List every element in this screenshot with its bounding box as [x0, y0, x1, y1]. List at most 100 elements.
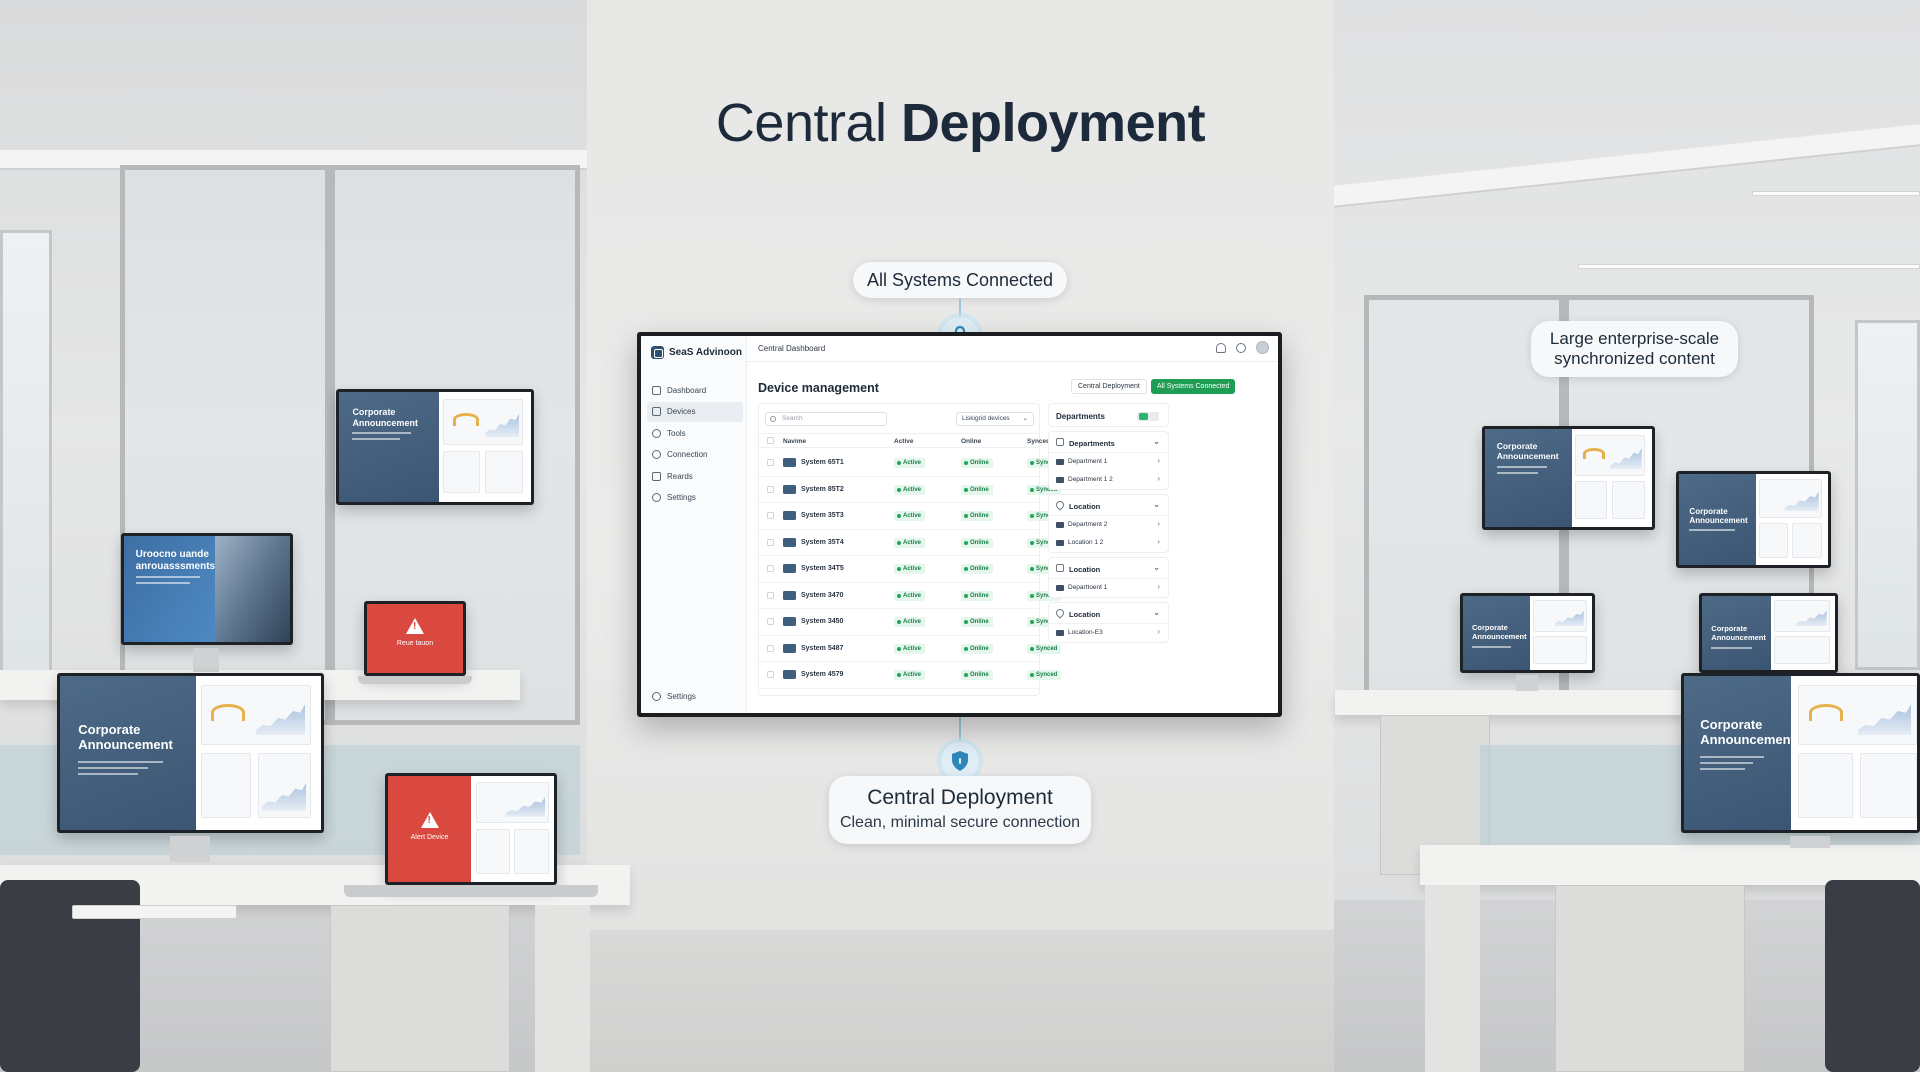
- column-header-synced[interactable]: Synced: [1027, 438, 1050, 445]
- list-item[interactable]: Department 1 ›: [1049, 453, 1168, 471]
- status-badge-online: Online: [961, 458, 993, 468]
- row-checkbox[interactable]: [767, 618, 774, 625]
- chevron-right-icon: ›: [1157, 627, 1160, 636]
- laptop-alert-small: Reue tauon: [364, 601, 466, 676]
- dropdown-label: Liskigrid devices: [962, 415, 1010, 422]
- sidebar-item-devices[interactable]: Devices: [647, 401, 743, 422]
- sidebar-item-label: Connection: [667, 450, 708, 459]
- topbar: Central Dashboard: [747, 336, 1278, 362]
- list-item[interactable]: Location 1 2 ›: [1049, 534, 1168, 552]
- toggle-switch[interactable]: [1137, 412, 1159, 421]
- column-header-active[interactable]: Active: [894, 438, 914, 445]
- table-row[interactable]: System 4579 Active Online Synced: [759, 662, 1062, 689]
- screen-title: Corporate Announcement: [1472, 623, 1527, 641]
- row-checkbox[interactable]: [767, 538, 774, 546]
- status-badge-active: Active: [894, 590, 926, 601]
- column-header-name[interactable]: Navime: [783, 438, 806, 445]
- sidebar-footer-settings[interactable]: Settings: [652, 692, 696, 701]
- group-header[interactable]: Departments ⌄: [1049, 432, 1168, 453]
- monitor-corporate-far: Corporate Announcement: [1699, 593, 1838, 673]
- connection-icon: [652, 450, 661, 459]
- sidebar-item-reards[interactable]: Reards: [647, 466, 743, 486]
- list-item[interactable]: Location-E3 ›: [1049, 624, 1168, 642]
- gear-icon: [652, 692, 661, 701]
- group-location-3: Location ⌄ Location-E3 ›: [1048, 602, 1169, 643]
- device-name: System 35T3: [801, 512, 844, 519]
- folder-icon: [1056, 477, 1064, 483]
- sidebar-item-settings[interactable]: Settings: [647, 488, 743, 508]
- table-row[interactable]: System 35T3 Active Online Synced: [759, 503, 1062, 530]
- brand[interactable]: SeaS Advinoon: [651, 346, 742, 359]
- wall-display-corporate-far: Corporate Announcement: [1676, 471, 1831, 568]
- table-row[interactable]: System 5487 Active Online Synced: [759, 636, 1062, 662]
- search-input[interactable]: Search: [765, 412, 887, 426]
- folder-icon: [1056, 630, 1064, 636]
- status-badge-online: Online: [961, 484, 993, 495]
- table-header: Navime Active Online Synced: [759, 433, 1050, 448]
- device-name: System 4579: [801, 671, 844, 678]
- row-checkbox[interactable]: [767, 671, 774, 678]
- sidebar-item-connection[interactable]: Connection: [647, 445, 743, 465]
- list-item[interactable]: Department 1 2 ›: [1049, 471, 1168, 489]
- callout-central-title: Central Deployment: [867, 786, 1053, 809]
- status-badge-synced: Synced: [1027, 670, 1062, 680]
- column-header-online[interactable]: Online: [961, 438, 981, 445]
- user-icon: [652, 428, 661, 438]
- row-checkbox[interactable]: [767, 459, 774, 466]
- all-systems-connected-button[interactable]: All Systems Connected: [1151, 379, 1236, 394]
- sidebar-item-label: Tools: [667, 428, 686, 438]
- table-row[interactable]: System 35T4 Active Online Synced: [759, 530, 1062, 556]
- list-item-label: Location-E3: [1068, 629, 1103, 636]
- table-row[interactable]: System 85T2 Active Online Synced: [759, 477, 1062, 503]
- group-header[interactable]: Location ⌄: [1049, 603, 1168, 624]
- sidebar-footer-label: Settings: [667, 692, 696, 701]
- monitor-icon: [783, 643, 796, 653]
- status-badge-active: Active: [894, 670, 926, 680]
- monitor-icon: [783, 670, 796, 679]
- group-title: Location: [1069, 502, 1101, 511]
- device-name: System 34T5: [801, 565, 844, 572]
- brand-logo-icon: [651, 346, 664, 359]
- device-view-dropdown[interactable]: Liskigrid devices ⌄: [956, 412, 1034, 426]
- group-location-2: Location ⌄ Departtoent 1 ›: [1048, 557, 1169, 598]
- chevron-right-icon: ›: [1157, 456, 1160, 465]
- shield-icon: [952, 751, 968, 771]
- callout-central-subtitle: Clean, minimal secure connection: [839, 814, 1081, 831]
- table-row[interactable]: System 34T5 Active Online Synced: [759, 556, 1062, 583]
- group-title: Departments: [1069, 439, 1115, 448]
- status-badge-online: Online: [961, 537, 993, 548]
- help-icon[interactable]: [1236, 342, 1246, 353]
- connector-line-bottom: [959, 717, 961, 745]
- departments-panel-title: Departments: [1056, 412, 1105, 421]
- avatar[interactable]: [1256, 341, 1269, 354]
- list-item-label: Department 2: [1068, 521, 1108, 528]
- select-all-checkbox[interactable]: [767, 437, 774, 444]
- group-header[interactable]: Location ⌄: [1049, 558, 1168, 579]
- row-checkbox[interactable]: [767, 485, 774, 493]
- alert-label: Reue tauon: [396, 640, 434, 647]
- list-item[interactable]: Department 2 ›: [1049, 516, 1168, 534]
- row-checkbox[interactable]: [767, 512, 774, 519]
- monitor-icon: [783, 484, 796, 494]
- table-row[interactable]: System 3470 Active Online Synced: [759, 583, 1062, 609]
- desk-right-front: [1420, 845, 1920, 885]
- group-departments: Departments ⌄ Department 1 › Department 1…: [1048, 431, 1169, 490]
- row-checkbox[interactable]: [767, 565, 774, 572]
- central-deployment-button[interactable]: Central Deployment: [1071, 379, 1147, 394]
- table-row[interactable]: System 3450 Active Online Synced: [759, 609, 1062, 636]
- row-checkbox[interactable]: [767, 644, 774, 652]
- chevron-right-icon: ›: [1157, 537, 1160, 546]
- group-header[interactable]: Location ⌄: [1049, 495, 1168, 516]
- departments-panel: Departments Departments ⌄ Department 1 › …: [1048, 403, 1169, 647]
- sidebar-item-dashboard[interactable]: Dashboard: [647, 380, 743, 400]
- sidebar-item-tools[interactable]: Tools: [647, 423, 743, 443]
- row-checkbox[interactable]: [767, 591, 774, 599]
- callout-enterprise-line1: Large enterprise-scale: [1549, 329, 1720, 348]
- desk-leg-right: [1425, 885, 1480, 1072]
- bell-icon[interactable]: [1216, 342, 1226, 353]
- list-item[interactable]: Departtoent 1 ›: [1049, 579, 1168, 597]
- table-row[interactable]: System 65T1 Active Online Synced: [759, 450, 1062, 477]
- shield-badge: [941, 742, 979, 780]
- monitor-stand: [1516, 675, 1538, 691]
- screen-title: Corporate Announcement: [1689, 506, 1748, 525]
